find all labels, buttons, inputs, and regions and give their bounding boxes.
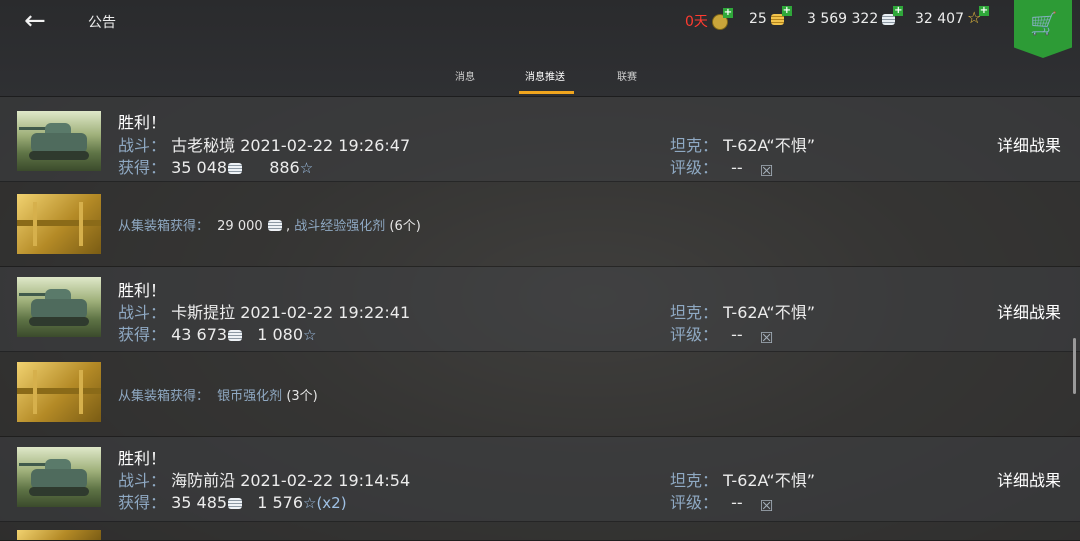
- battle-result-title: 胜利！: [118, 113, 167, 132]
- battle-details-button[interactable]: 详细战果: [997, 467, 1061, 491]
- crate-thumbnail: [17, 362, 101, 422]
- battle-info: 战斗： 卡斯提拉 2021-02-22 19:22:41: [118, 303, 411, 322]
- tab-messages[interactable]: 消息: [455, 68, 475, 83]
- earned-info: 获得： 35 048 886☆: [118, 158, 314, 177]
- silver-coin-icon: [228, 163, 243, 174]
- top-bar: ← 公告 0天 + 25 + 3 569 322 + 32 407 ☆ + 🛒 消…: [0, 0, 1080, 97]
- battle-details-button[interactable]: 详细战果: [997, 299, 1061, 323]
- tab-league[interactable]: 联赛: [617, 68, 637, 83]
- free-xp-counter[interactable]: 32 407 ☆ +: [915, 5, 989, 27]
- page-title: 公告: [88, 15, 116, 31]
- active-tab-indicator: [519, 91, 574, 94]
- crate-reward-info: 从集装箱获得： 29 000 , 战斗经验强化剂 (6个): [118, 219, 421, 234]
- gold-counter[interactable]: 25 +: [749, 6, 792, 27]
- tab-push-messages[interactable]: 消息推送: [525, 68, 565, 83]
- rating-info: 评级： -- ☒: [670, 489, 776, 514]
- no-rating-icon: ☒: [759, 497, 774, 515]
- tank-thumbnail: [17, 447, 101, 507]
- silver-coin-icon: +: [881, 6, 904, 27]
- tank-info: 坦克： T-62A“不惧”: [670, 136, 816, 155]
- xp-star-icon: ☆: [303, 326, 317, 344]
- no-rating-icon: ☒: [759, 162, 774, 180]
- crate-message[interactable]: 从集装箱获得： 29 000 , 战斗经验强化剂 (6个): [0, 182, 1080, 267]
- xp-star-icon: ☆: [303, 494, 317, 512]
- battle-result-title: 胜利！: [118, 449, 167, 468]
- xp-star-icon: ☆: [299, 159, 314, 177]
- battle-message[interactable]: 胜利！ 战斗： 海防前沿 2021-02-22 19:14:54 获得： 35 …: [0, 437, 1080, 522]
- battle-message[interactable]: 胜利！ 战斗： 卡斯提拉 2021-02-22 19:22:41 获得： 43 …: [0, 267, 1080, 352]
- earned-info: 获得： 35 485 1 576☆(x2): [118, 493, 347, 512]
- silver-coin-icon: [267, 220, 282, 231]
- scrollbar[interactable]: [1073, 338, 1076, 394]
- crate-thumbnail: [17, 530, 101, 540]
- tank-info: 坦克： T-62A“不惧”: [670, 303, 816, 322]
- rating-info: 评级： -- ☒: [670, 154, 776, 179]
- rating-info: 评级： -- ☒: [670, 321, 776, 346]
- silver-coin-icon: [228, 330, 243, 341]
- star-icon: ☆ +: [967, 5, 989, 27]
- earned-info: 获得： 43 673 1 080☆: [118, 325, 317, 344]
- gold-coin-icon: +: [770, 6, 792, 27]
- shop-cart-button[interactable]: 🛒: [1014, 0, 1072, 58]
- crate-reward-info: 从集装箱获得： 银币强化剂 (3个): [118, 389, 318, 404]
- tank-info: 坦克： T-62A“不惧”: [670, 471, 816, 490]
- tank-thumbnail: [17, 277, 101, 337]
- premium-days-counter[interactable]: 0天 +: [685, 8, 733, 31]
- premium-medal-icon: +: [711, 8, 733, 30]
- tank-thumbnail: [17, 111, 101, 171]
- credits-counter[interactable]: 3 569 322 +: [807, 6, 904, 27]
- battle-info: 战斗： 海防前沿 2021-02-22 19:14:54: [118, 471, 411, 490]
- silver-coin-icon: [228, 498, 243, 509]
- arrow-left-icon[interactable]: ←: [24, 8, 52, 36]
- crate-message[interactable]: [0, 522, 1080, 541]
- battle-result-title: 胜利！: [118, 281, 167, 300]
- battle-message[interactable]: 胜利！ 战斗： 古老秘境 2021-02-22 19:26:47 获得： 35 …: [0, 97, 1080, 182]
- no-rating-icon: ☒: [759, 329, 774, 347]
- battle-details-button[interactable]: 详细战果: [997, 132, 1061, 156]
- crate-message[interactable]: 从集装箱获得： 银币强化剂 (3个): [0, 352, 1080, 437]
- crate-thumbnail: [17, 194, 101, 254]
- cart-icon: 🛒: [1030, 12, 1058, 37]
- battle-info: 战斗： 古老秘境 2021-02-22 19:26:47: [118, 136, 411, 155]
